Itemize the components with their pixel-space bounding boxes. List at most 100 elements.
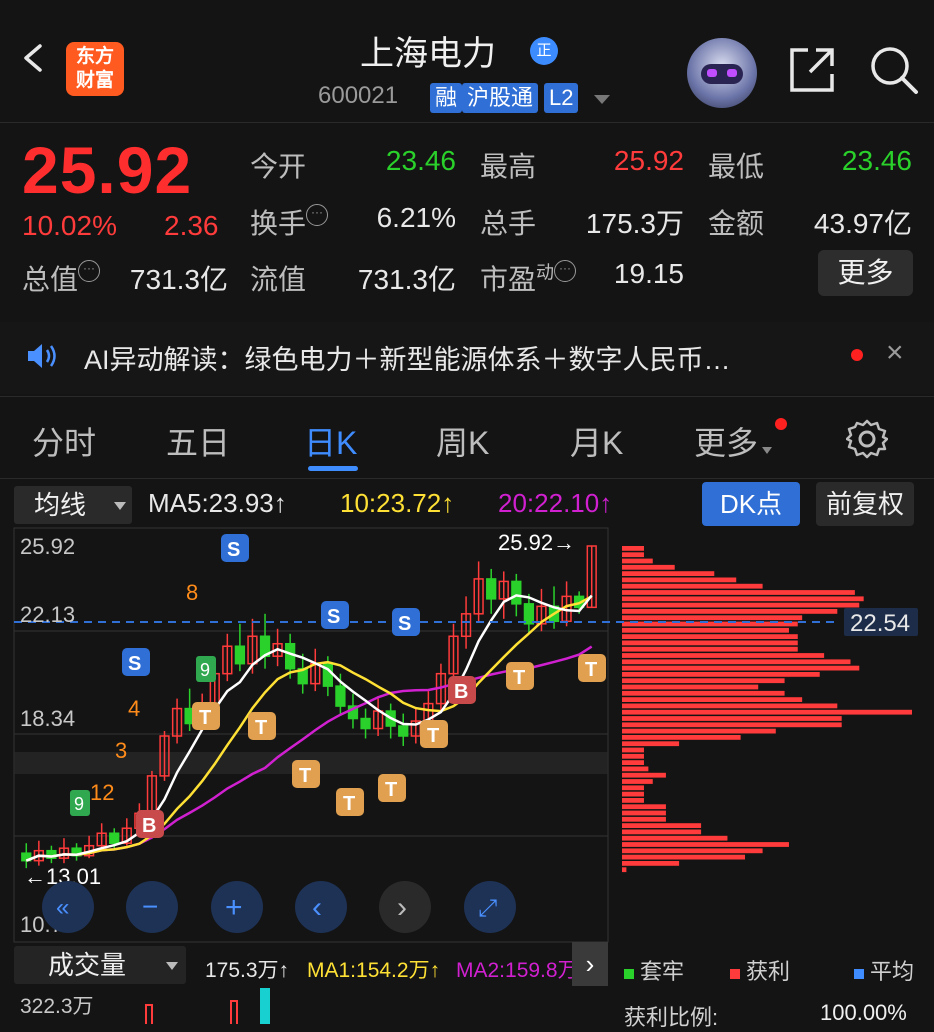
search-icon[interactable] <box>868 44 920 96</box>
close-icon[interactable]: × <box>886 336 904 370</box>
open-label: 今开 <box>250 151 307 182</box>
ai-insight-text[interactable]: AI异动解读：绿色电力＋新型能源体系＋数字人民币… <box>84 338 731 377</box>
share-icon[interactable] <box>786 44 838 96</box>
svg-text:T: T <box>427 725 439 747</box>
more-info-icon[interactable]: ··· <box>306 204 329 226</box>
chip-bar <box>622 829 702 835</box>
active-tab-indicator <box>308 466 358 471</box>
chip-bar <box>622 602 860 608</box>
tag-margin[interactable]: 融 <box>430 83 463 113</box>
tag-connect[interactable]: 沪股通 <box>462 83 539 113</box>
fullscreen-button[interactable]: ⤢ <box>464 881 516 933</box>
y-tick-label: 22.13 <box>20 602 75 627</box>
indicator-select[interactable]: 均线 <box>14 486 132 524</box>
volume-indicator-select[interactable]: 成交量 <box>14 946 186 984</box>
scroll-left-button[interactable]: ‹ <box>295 881 347 933</box>
mktcap-label-text: 总值 <box>22 264 79 295</box>
scroll-right-button[interactable]: › <box>379 881 431 933</box>
chip-bar <box>622 609 838 614</box>
svg-text:⤢: ⤢ <box>478 895 497 922</box>
chip-bar <box>622 798 644 803</box>
tab-weekly-k[interactable]: 周K <box>436 418 489 464</box>
avg-cost-label: 22.54 <box>850 610 910 637</box>
chevron-down-icon[interactable] <box>594 95 610 104</box>
signal-b-marker[interactable]: B <box>448 676 476 704</box>
zoom-out-button[interactable]: − <box>126 881 178 933</box>
candle-body <box>109 832 120 844</box>
more-info-icon[interactable]: ··· <box>78 260 101 282</box>
signal-b-marker[interactable]: B <box>136 810 164 838</box>
chip-bar <box>622 747 644 753</box>
chip-bar <box>622 779 653 784</box>
volume-bar <box>145 1004 153 1024</box>
tab-more[interactable]: 更多 <box>694 418 773 464</box>
zoom-in-button[interactable]: + <box>211 881 263 933</box>
signal-t-marker[interactable]: T <box>248 712 276 740</box>
robot-face-icon <box>701 64 743 84</box>
signal-t-marker[interactable]: T <box>578 654 606 682</box>
divider <box>0 478 934 479</box>
signal-s-marker[interactable]: S <box>321 601 349 629</box>
candle-body <box>285 642 296 670</box>
chip-bar <box>622 564 675 570</box>
stock-code: 600021 <box>318 82 399 109</box>
svg-text:−: − <box>142 891 158 922</box>
candle-body <box>523 603 535 625</box>
signal-t-marker[interactable]: T <box>420 720 448 748</box>
tab-daily-k[interactable]: 日K <box>304 418 357 464</box>
chip-bar <box>622 810 666 816</box>
candle-body <box>486 578 497 600</box>
more-quote-button[interactable]: 更多 <box>818 250 913 296</box>
signal-s-marker[interactable]: S <box>392 608 420 636</box>
svg-text:T: T <box>255 717 267 739</box>
settings-gear-icon[interactable] <box>846 418 888 460</box>
tab-five-day[interactable]: 五日 <box>166 418 230 464</box>
chip-bar <box>622 558 653 564</box>
unread-dot <box>775 418 787 430</box>
profit-ratio-label: 获利比例: <box>624 1005 719 1030</box>
legend-average: 平均 <box>854 954 914 986</box>
signal-s-marker[interactable]: S <box>221 534 249 562</box>
amount-value: 43.97亿 <box>813 208 912 239</box>
chip-bar <box>622 766 649 772</box>
chip-bar <box>622 596 864 602</box>
signal-t-marker[interactable]: T <box>378 774 406 802</box>
signal-9-marker[interactable]: 9 <box>70 790 90 816</box>
divider <box>0 122 934 123</box>
chip-distribution <box>622 546 912 873</box>
forward-adjust-button[interactable]: 前复权 <box>816 482 914 526</box>
mktcap-value: 731.3亿 <box>129 264 228 295</box>
turnover-label: 换手 ··· <box>250 202 329 242</box>
svg-text:‹: ‹ <box>312 891 322 924</box>
tab-monthly-k[interactable]: 月K <box>570 418 623 464</box>
signal-t-marker[interactable]: T <box>506 662 534 690</box>
chip-bar <box>622 842 789 847</box>
svg-text:T: T <box>199 707 211 729</box>
signal-t-marker[interactable]: T <box>192 702 220 730</box>
candle-body <box>335 685 346 707</box>
chip-bar <box>622 590 855 595</box>
svg-text:T: T <box>513 667 525 689</box>
app-logo[interactable]: 东方 财富 <box>66 42 124 96</box>
chevron-down-icon <box>114 502 126 510</box>
scroll-left-fast-button[interactable]: « <box>42 881 94 933</box>
unread-dot <box>851 349 863 361</box>
robot-avatar[interactable] <box>687 38 757 108</box>
dk-points-button[interactable]: DK点 <box>702 482 800 526</box>
back-arrow-icon[interactable] <box>20 44 48 72</box>
signal-t-marker[interactable]: T <box>292 760 320 788</box>
signal-t-marker[interactable]: T <box>336 788 364 816</box>
logo-line2: 财富 <box>75 70 114 91</box>
chip-bar <box>622 615 803 621</box>
more-info-icon[interactable]: ··· <box>554 260 577 282</box>
chevron-right-icon[interactable]: › <box>572 942 608 986</box>
tag-level2[interactable]: L2 <box>544 83 579 113</box>
signal-9-marker[interactable]: 9 <box>196 656 216 682</box>
kline-chart[interactable]: 22.54 25.92 22.13 18.34 10.76 25.92→ ←13… <box>0 526 934 944</box>
chip-bar <box>622 804 666 810</box>
tab-intraday[interactable]: 分时 <box>32 418 96 464</box>
svg-text:T: T <box>343 793 355 815</box>
svg-text:›: › <box>397 891 407 924</box>
amount-label: 金额 <box>708 208 765 239</box>
signal-s-marker[interactable]: S <box>122 648 150 676</box>
